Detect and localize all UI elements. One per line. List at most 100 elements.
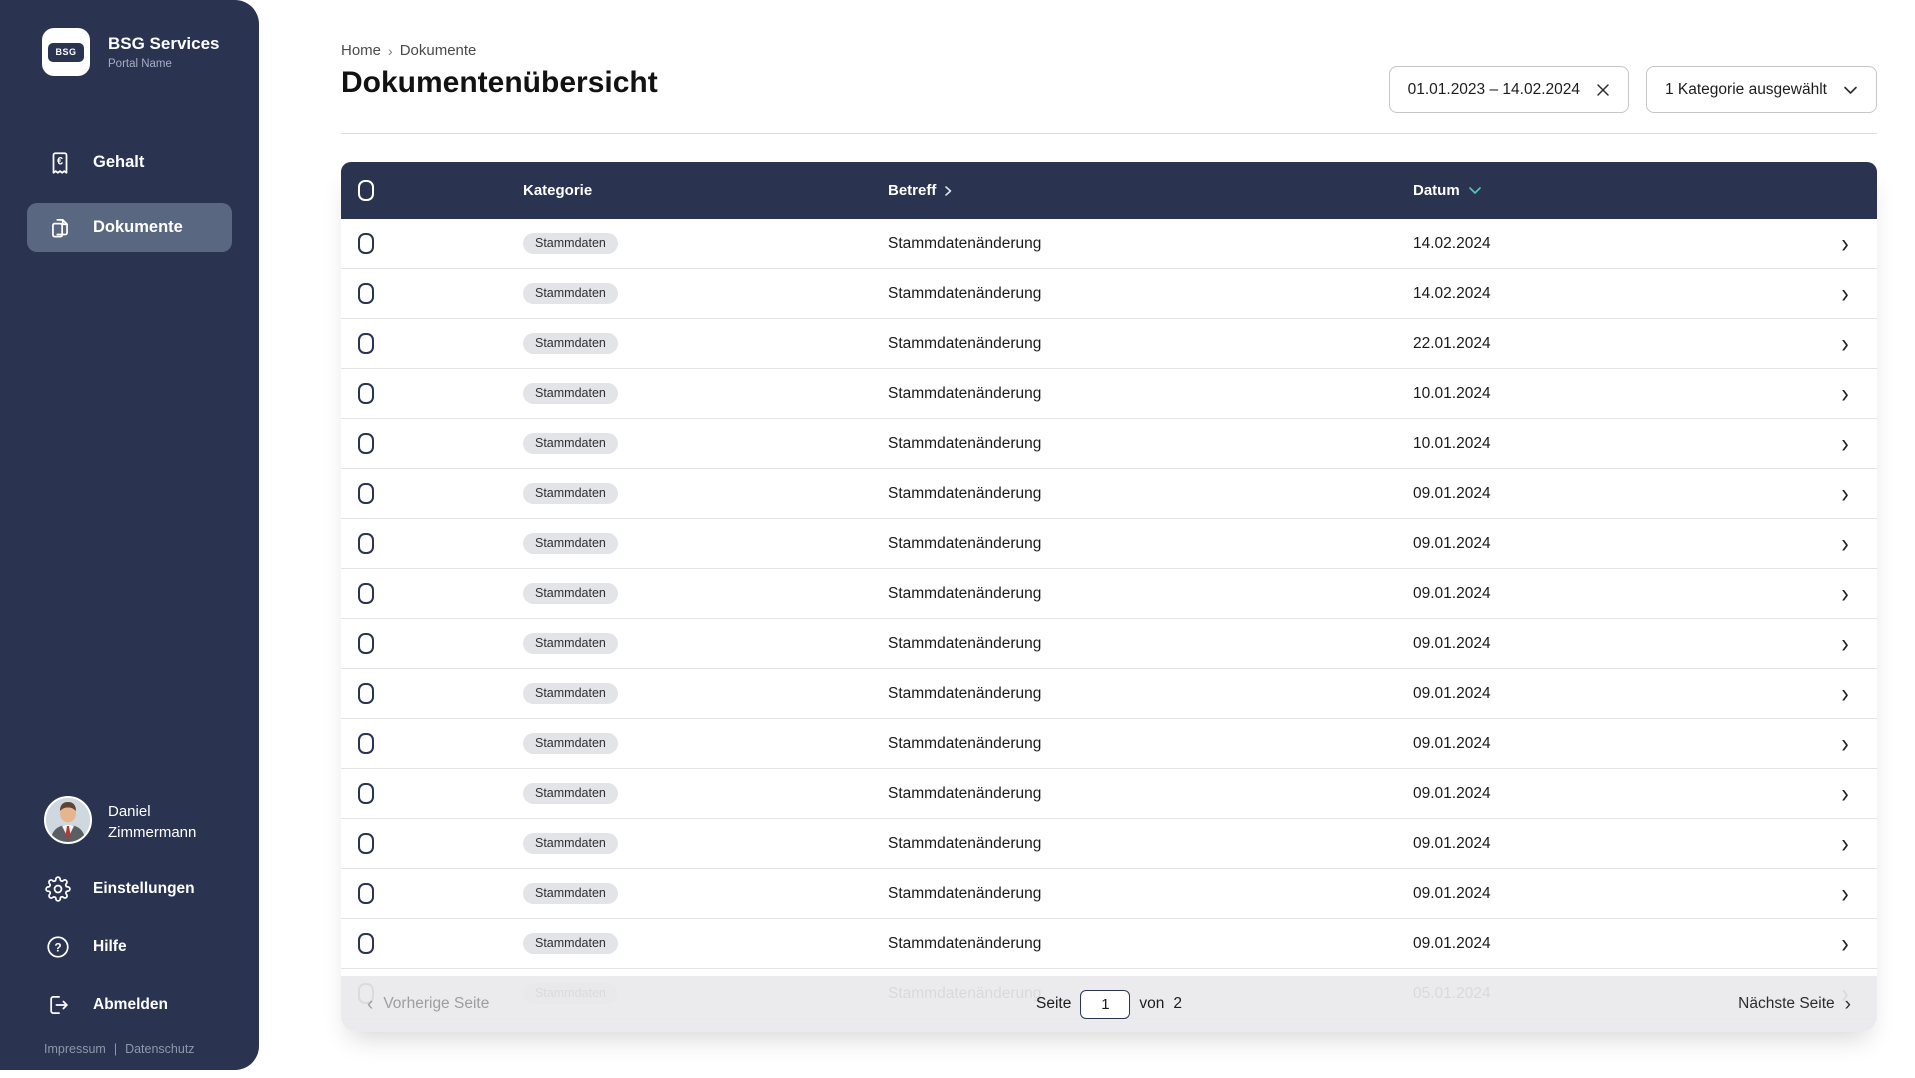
legal-links: Impressum | Datenschutz bbox=[0, 1034, 259, 1056]
row-open-chevron-icon[interactable]: › bbox=[1813, 828, 1877, 859]
row-checkbox[interactable] bbox=[358, 933, 374, 954]
datenschutz-link[interactable]: Datenschutz bbox=[125, 1042, 194, 1056]
table-row[interactable]: Stammdaten Stammdatenänderung 09.01.2024… bbox=[341, 669, 1877, 719]
row-checkbox[interactable] bbox=[358, 883, 374, 904]
row-checkbox[interactable] bbox=[358, 433, 374, 454]
sidebar-item-gehalt[interactable]: € Gehalt bbox=[27, 138, 232, 187]
gear-icon bbox=[44, 876, 71, 903]
row-open-chevron-icon[interactable]: › bbox=[1813, 928, 1877, 959]
row-checkbox[interactable] bbox=[358, 633, 374, 654]
category-badge: Stammdaten bbox=[523, 782, 618, 805]
row-open-chevron-icon[interactable]: › bbox=[1813, 428, 1877, 459]
row-open-chevron-icon[interactable]: › bbox=[1813, 478, 1877, 509]
row-date: 09.01.2024 bbox=[1413, 884, 1491, 902]
of-label: von bbox=[1139, 995, 1165, 1012]
svg-text:?: ? bbox=[54, 940, 61, 954]
row-checkbox[interactable] bbox=[358, 383, 374, 404]
pagination-bar: ‹ Vorherige Seite Seite von 2 Nächste Se… bbox=[341, 976, 1877, 1032]
row-subject: Stammdatenänderung bbox=[888, 234, 1042, 252]
category-filter-dropdown[interactable]: 1 Kategorie ausgewählt bbox=[1645, 66, 1877, 113]
row-open-chevron-icon[interactable]: › bbox=[1813, 378, 1877, 409]
page-label: Seite bbox=[1036, 995, 1072, 1012]
select-all-checkbox[interactable] bbox=[358, 180, 374, 201]
row-checkbox[interactable] bbox=[358, 533, 374, 554]
table-row[interactable]: Stammdaten Stammdatenänderung 09.01.2024… bbox=[341, 619, 1877, 669]
row-checkbox[interactable] bbox=[358, 833, 374, 854]
row-subject: Stammdatenänderung bbox=[888, 384, 1042, 402]
column-header-kategorie[interactable]: Kategorie bbox=[523, 182, 888, 199]
table-row[interactable]: Stammdaten Stammdatenänderung 22.01.2024… bbox=[341, 319, 1877, 369]
column-header-datum[interactable]: Datum bbox=[1413, 182, 1813, 199]
breadcrumb-home[interactable]: Home bbox=[341, 42, 381, 59]
row-date: 22.01.2024 bbox=[1413, 334, 1491, 352]
previous-page-button[interactable]: ‹ Vorherige Seite bbox=[367, 995, 489, 1014]
category-badge: Stammdaten bbox=[523, 732, 618, 755]
row-open-chevron-icon[interactable]: › bbox=[1813, 278, 1877, 309]
row-open-chevron-icon[interactable]: › bbox=[1813, 878, 1877, 909]
table-row[interactable]: Stammdaten Stammdatenänderung 09.01.2024… bbox=[341, 869, 1877, 919]
row-checkbox[interactable] bbox=[358, 283, 374, 304]
filter-bar: 01.01.2023 – 14.02.2024 1 Kategorie ausg… bbox=[1388, 66, 1877, 113]
row-date: 09.01.2024 bbox=[1413, 934, 1491, 952]
brand-subtitle: Portal Name bbox=[108, 57, 172, 70]
row-open-chevron-icon[interactable]: › bbox=[1813, 628, 1877, 659]
row-open-chevron-icon[interactable]: › bbox=[1813, 678, 1877, 709]
user-profile[interactable]: Daniel Zimmermann bbox=[0, 796, 259, 844]
page-number-input[interactable] bbox=[1080, 989, 1131, 1019]
table-row[interactable]: Stammdaten Stammdatenänderung 14.02.2024… bbox=[341, 269, 1877, 319]
row-open-chevron-icon[interactable]: › bbox=[1813, 228, 1877, 259]
table-row[interactable]: Stammdaten Stammdatenänderung 10.01.2024… bbox=[341, 369, 1877, 419]
row-open-chevron-icon[interactable]: › bbox=[1813, 778, 1877, 809]
sidebar-item-hilfe[interactable]: ? Hilfe bbox=[0, 918, 259, 976]
row-open-chevron-icon[interactable]: › bbox=[1813, 328, 1877, 359]
table-row[interactable]: Stammdaten Stammdatenänderung 14.02.2024… bbox=[341, 219, 1877, 269]
row-date: 14.02.2024 bbox=[1413, 284, 1491, 302]
brand-name: BSG Services bbox=[108, 34, 220, 54]
table-row[interactable]: Stammdaten Stammdatenänderung 09.01.2024… bbox=[341, 469, 1877, 519]
table-row[interactable]: Stammdaten Stammdatenänderung 09.01.2024… bbox=[341, 819, 1877, 869]
row-subject: Stammdatenänderung bbox=[888, 684, 1042, 702]
row-open-chevron-icon[interactable]: › bbox=[1813, 728, 1877, 759]
user-name: Daniel Zimmermann bbox=[108, 803, 197, 841]
sort-desc-icon bbox=[1468, 186, 1482, 195]
next-page-button[interactable]: Nächste Seite › bbox=[1738, 995, 1851, 1014]
breadcrumb-current[interactable]: Dokumente bbox=[400, 42, 477, 59]
table-row[interactable]: Stammdaten Stammdatenänderung 09.01.2024… bbox=[341, 919, 1877, 969]
row-checkbox[interactable] bbox=[358, 683, 374, 704]
row-subject: Stammdatenänderung bbox=[888, 884, 1042, 902]
table-row[interactable]: Stammdaten Stammdatenänderung 09.01.2024… bbox=[341, 769, 1877, 819]
title-divider bbox=[341, 133, 1877, 134]
row-checkbox[interactable] bbox=[358, 233, 374, 254]
row-checkbox[interactable] bbox=[358, 733, 374, 754]
table-header: Kategorie Betreff Datum bbox=[341, 162, 1877, 219]
chevron-down-icon bbox=[1843, 85, 1858, 95]
sidebar-item-einstellungen[interactable]: Einstellungen bbox=[0, 860, 259, 918]
row-subject: Stammdatenänderung bbox=[888, 534, 1042, 552]
bsg-logo: BSG bbox=[42, 28, 90, 76]
date-range-filter[interactable]: 01.01.2023 – 14.02.2024 bbox=[1388, 66, 1629, 113]
row-date: 14.02.2024 bbox=[1413, 234, 1491, 252]
sidebar: BSG BSG Services Portal Name € Gehalt Do… bbox=[0, 0, 259, 1070]
row-open-chevron-icon[interactable]: › bbox=[1813, 528, 1877, 559]
category-badge: Stammdaten bbox=[523, 582, 618, 605]
row-checkbox[interactable] bbox=[358, 333, 374, 354]
breadcrumb-separator-icon: › bbox=[388, 42, 393, 59]
sidebar-item-dokumente[interactable]: Dokumente bbox=[27, 203, 232, 252]
table-row[interactable]: Stammdaten Stammdatenänderung 09.01.2024… bbox=[341, 719, 1877, 769]
brand-block: BSG BSG Services Portal Name bbox=[0, 0, 259, 76]
row-date: 09.01.2024 bbox=[1413, 784, 1491, 802]
row-checkbox[interactable] bbox=[358, 583, 374, 604]
category-badge: Stammdaten bbox=[523, 832, 618, 855]
row-checkbox[interactable] bbox=[358, 783, 374, 804]
table-row[interactable]: Stammdaten Stammdatenänderung 10.01.2024… bbox=[341, 419, 1877, 469]
row-checkbox[interactable] bbox=[358, 483, 374, 504]
column-header-betreff[interactable]: Betreff bbox=[888, 182, 1413, 199]
impressum-link[interactable]: Impressum bbox=[44, 1042, 106, 1056]
category-badge: Stammdaten bbox=[523, 482, 618, 505]
sidebar-item-abmelden[interactable]: Abmelden bbox=[0, 976, 259, 1034]
table-row[interactable]: Stammdaten Stammdatenänderung 09.01.2024… bbox=[341, 569, 1877, 619]
row-subject: Stammdatenänderung bbox=[888, 434, 1042, 452]
table-row[interactable]: Stammdaten Stammdatenänderung 09.01.2024… bbox=[341, 519, 1877, 569]
row-open-chevron-icon[interactable]: › bbox=[1813, 578, 1877, 609]
clear-date-filter-icon[interactable] bbox=[1596, 83, 1610, 97]
